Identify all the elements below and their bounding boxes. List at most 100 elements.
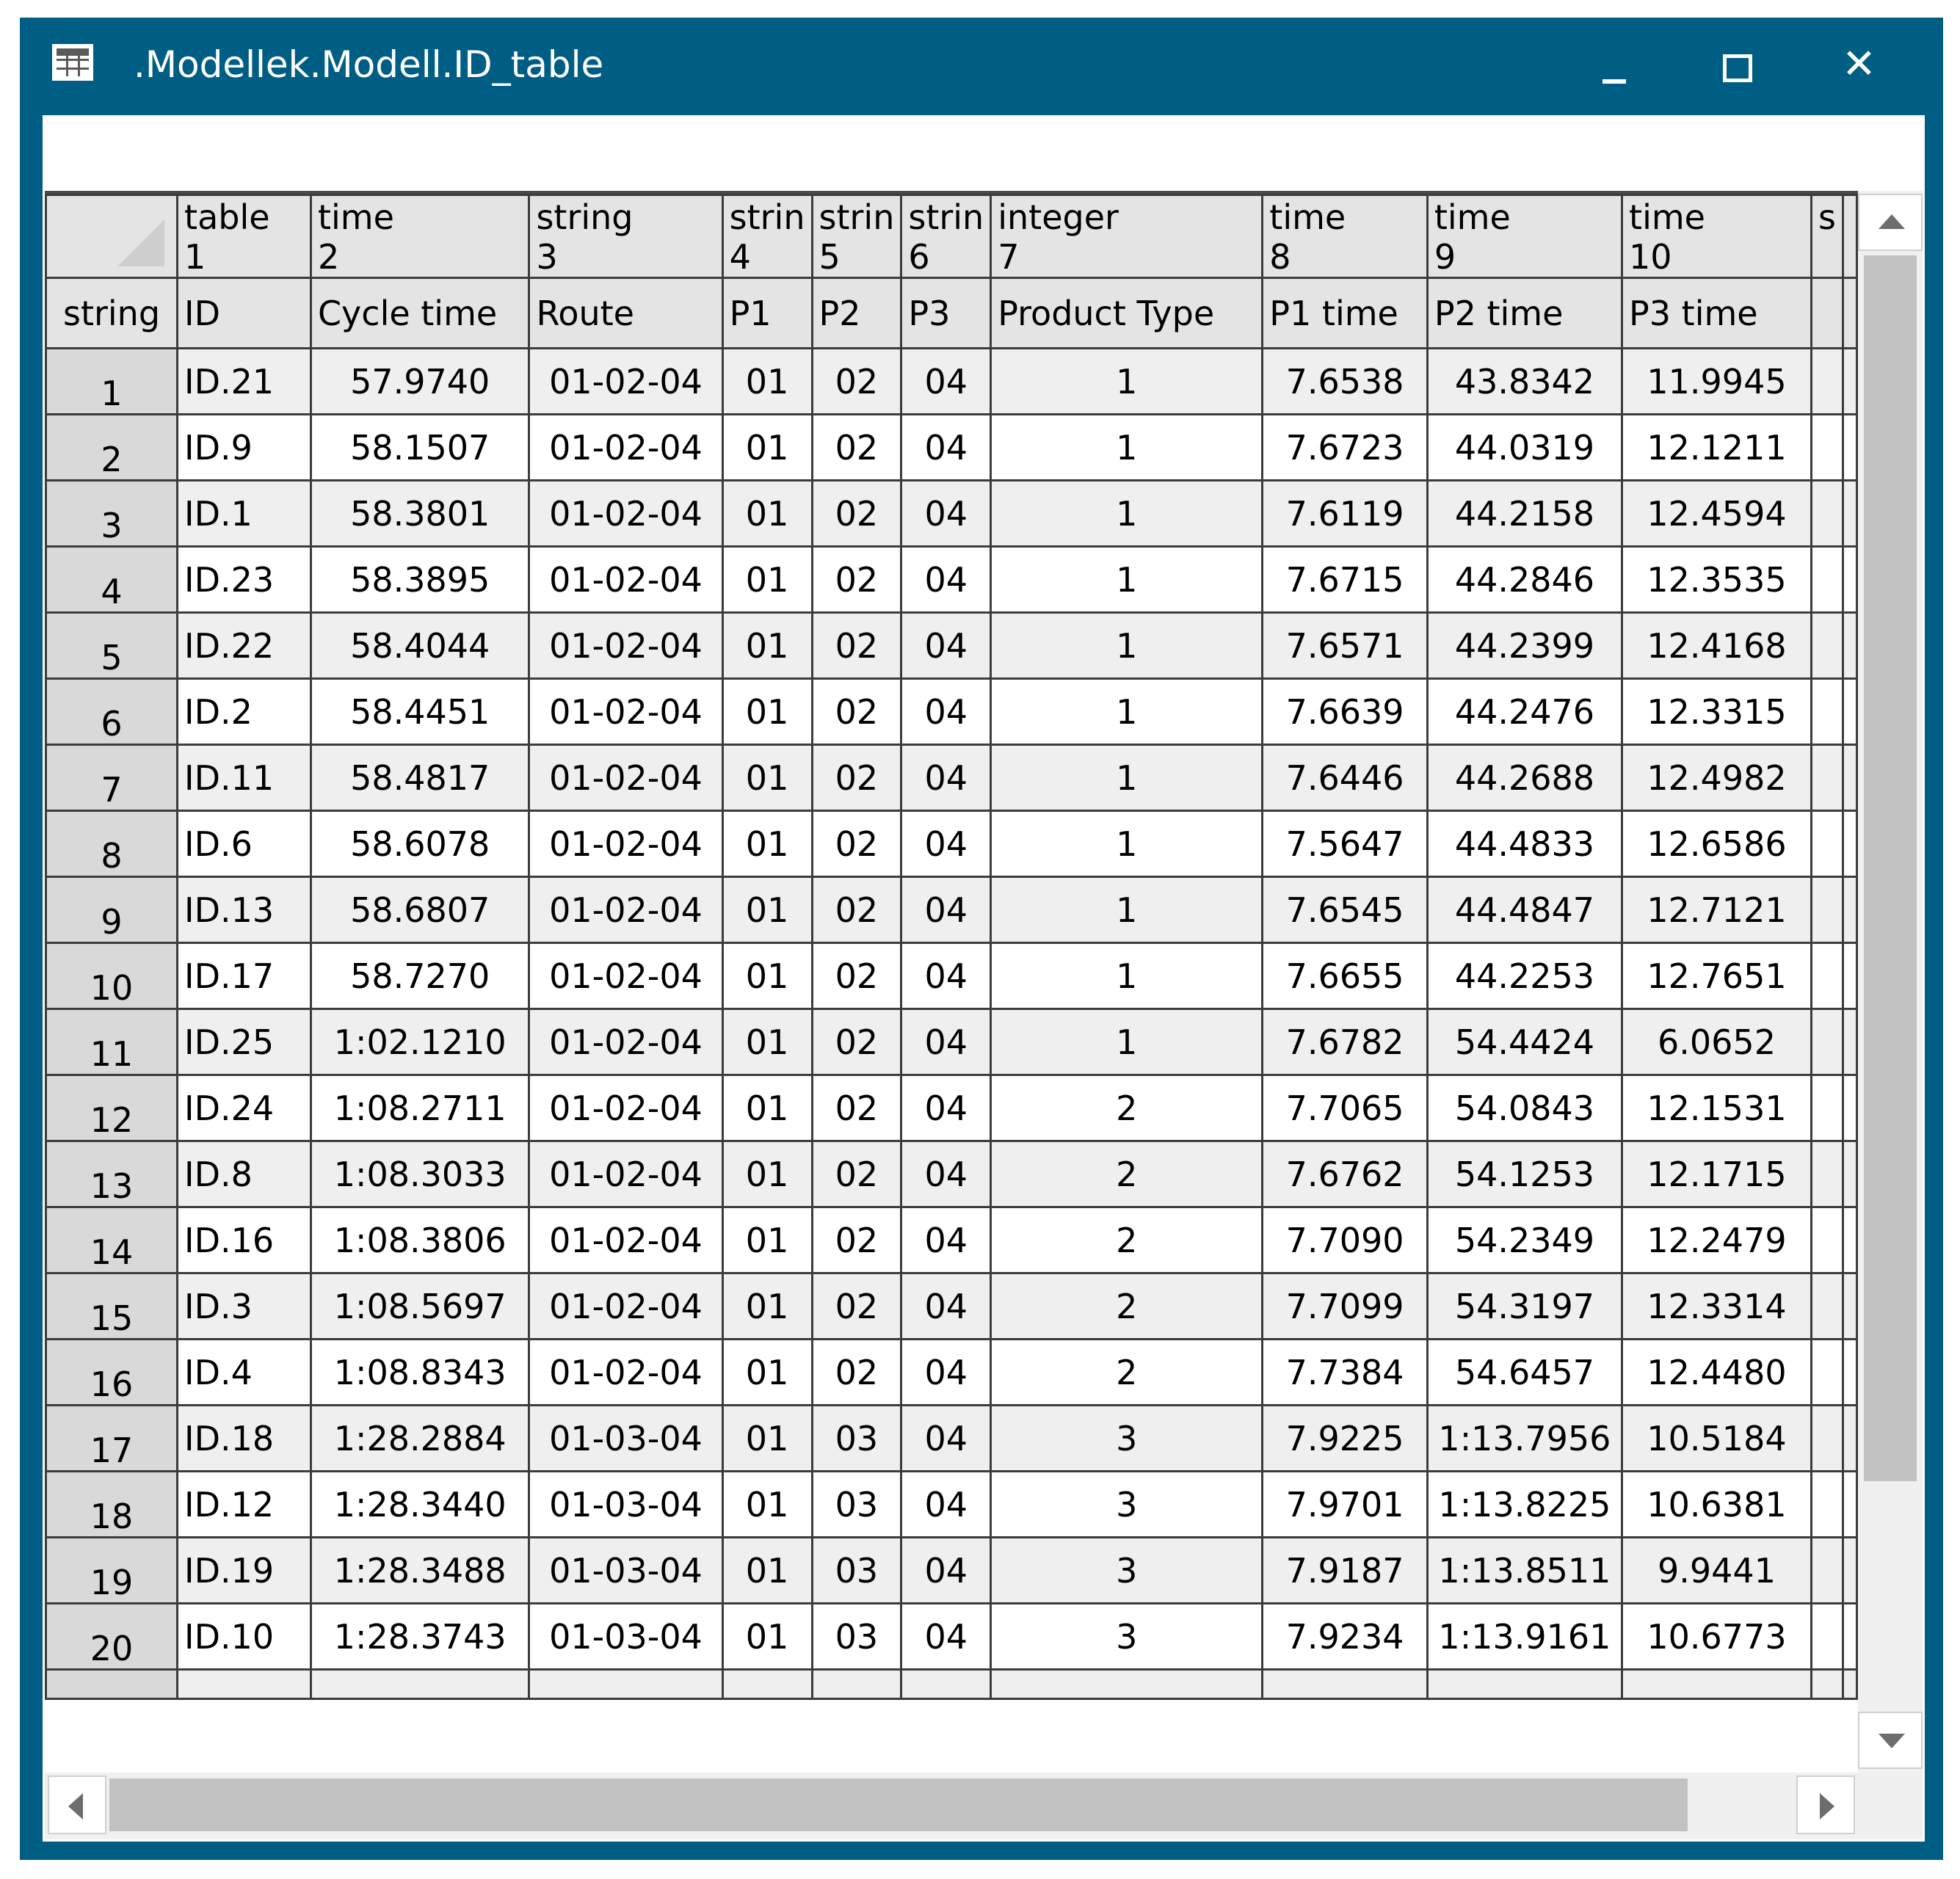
table-cell[interactable]: 1 <box>990 1008 1264 1076</box>
table-cell[interactable]: 01 <box>721 1404 813 1472</box>
table-cell[interactable] <box>1810 1008 1845 1076</box>
table-cell[interactable] <box>1810 942 1845 1010</box>
table-cell[interactable]: 58.3801 <box>309 479 531 548</box>
table-cell[interactable]: ID.24 <box>176 1074 312 1142</box>
table-cell[interactable]: 9.9441 <box>1621 1536 1812 1604</box>
table-cell[interactable]: 12.4480 <box>1621 1338 1812 1406</box>
column-type-header-9[interactable]: time 9 <box>1426 194 1624 279</box>
table-cell[interactable]: 03 <box>810 1470 903 1538</box>
table-cell[interactable]: ID.25 <box>176 1008 312 1076</box>
row-header[interactable]: 6 <box>45 677 179 746</box>
table-cell[interactable] <box>810 1668 903 1700</box>
table-cell[interactable]: 1:28.3488 <box>309 1536 531 1604</box>
row-header[interactable]: 11 <box>45 1008 179 1076</box>
table-cell[interactable]: 3 <box>990 1470 1264 1538</box>
table-cell[interactable]: 04 <box>900 611 992 680</box>
table-cell[interactable]: ID.10 <box>176 1602 312 1671</box>
table-cell[interactable]: 01 <box>721 1272 813 1340</box>
row-header[interactable]: 4 <box>45 545 179 614</box>
table-cell[interactable]: 04 <box>900 1470 992 1538</box>
table-cell[interactable] <box>1810 1404 1845 1472</box>
table-cell[interactable]: 01-02-04 <box>528 479 724 548</box>
table-cell[interactable]: 04 <box>900 1074 992 1142</box>
table-cell[interactable]: 01 <box>721 1140 813 1208</box>
table-cell[interactable]: 04 <box>900 942 992 1010</box>
table-cell[interactable]: 54.6457 <box>1426 1338 1624 1406</box>
table-cell[interactable]: 1:08.3806 <box>309 1206 531 1274</box>
table-cell[interactable]: 43.8342 <box>1426 347 1624 415</box>
table-cell[interactable]: 02 <box>810 545 903 614</box>
row-header[interactable]: 1 <box>45 347 179 415</box>
table-cell[interactable]: 7.9225 <box>1261 1404 1429 1472</box>
table-cell[interactable]: 02 <box>810 876 903 944</box>
table-cell[interactable]: 01-02-04 <box>528 677 724 746</box>
table-cell[interactable]: 01 <box>721 1206 813 1274</box>
table-cell[interactable]: 01-02-04 <box>528 1272 724 1340</box>
table-cell[interactable]: 12.6586 <box>1621 810 1812 878</box>
row-header[interactable]: 5 <box>45 611 179 680</box>
table-cell[interactable]: 2 <box>990 1272 1264 1340</box>
table-cell[interactable]: 04 <box>900 1536 992 1604</box>
table-cell[interactable]: 7.9234 <box>1261 1602 1429 1671</box>
close-button[interactable]: ✕ <box>1820 32 1908 95</box>
table-cell[interactable]: 01 <box>721 611 813 680</box>
table-cell[interactable]: 7.6655 <box>1261 942 1429 1010</box>
table-cell[interactable]: 7.6545 <box>1261 876 1429 944</box>
table-cell[interactable]: ID.9 <box>176 413 312 481</box>
table-cell[interactable]: 6.0652 <box>1621 1008 1812 1076</box>
table-cell[interactable]: 02 <box>810 1272 903 1340</box>
table-cell[interactable]: ID.18 <box>176 1404 312 1472</box>
column-name-header-1[interactable]: ID <box>176 277 312 349</box>
table-cell[interactable]: 01-02-04 <box>528 1338 724 1406</box>
table-cell[interactable]: 10.6773 <box>1621 1602 1812 1671</box>
table-cell[interactable]: 01-02-04 <box>528 876 724 944</box>
table-cell[interactable]: 01 <box>721 1338 813 1406</box>
row-header[interactable]: 10 <box>45 942 179 1010</box>
table-cell[interactable]: ID.11 <box>176 744 312 812</box>
table-cell[interactable] <box>1810 1536 1845 1604</box>
table-cell[interactable]: ID.8 <box>176 1140 312 1208</box>
table-cell[interactable]: ID.12 <box>176 1470 312 1538</box>
table-cell[interactable]: 04 <box>900 1338 992 1406</box>
row-header[interactable]: 7 <box>45 744 179 812</box>
table-cell[interactable] <box>1842 1668 1858 1700</box>
table-cell[interactable]: ID.22 <box>176 611 312 680</box>
table-cell[interactable]: 7.7090 <box>1261 1206 1429 1274</box>
table-cell[interactable]: 7.6119 <box>1261 479 1429 548</box>
table-cell[interactable]: 04 <box>900 347 992 415</box>
table-cell[interactable]: 01 <box>721 1602 813 1671</box>
scroll-down-arrow-icon[interactable] <box>1858 1712 1923 1769</box>
table-cell[interactable]: 54.2349 <box>1426 1206 1624 1274</box>
table-cell[interactable]: 2 <box>990 1206 1264 1274</box>
table-cell[interactable]: 7.7384 <box>1261 1338 1429 1406</box>
table-cell[interactable]: 1 <box>990 744 1264 812</box>
table-cell[interactable]: 11.9945 <box>1621 347 1812 415</box>
table-cell[interactable]: 7.6762 <box>1261 1140 1429 1208</box>
table-cell[interactable]: 1 <box>990 545 1264 614</box>
row-header[interactable]: 12 <box>45 1074 179 1142</box>
table-cell[interactable]: ID.4 <box>176 1338 312 1406</box>
table-cell[interactable]: 58.1507 <box>309 413 531 481</box>
column-name-header-4[interactable]: P1 <box>721 277 813 349</box>
table-cell[interactable] <box>1810 1206 1845 1274</box>
table-cell[interactable] <box>528 1668 724 1700</box>
table-cell[interactable]: 01-02-04 <box>528 413 724 481</box>
table-cell[interactable]: ID.21 <box>176 347 312 415</box>
column-name-header-3[interactable]: Route <box>528 277 724 349</box>
table-cell[interactable]: 1:13.8225 <box>1426 1470 1624 1538</box>
row-header[interactable]: 15 <box>45 1272 179 1340</box>
table-cell[interactable]: 1 <box>990 347 1264 415</box>
table-cell[interactable]: 1 <box>990 810 1264 878</box>
column-type-header-3[interactable]: string 3 <box>528 194 724 279</box>
table-cell[interactable]: 04 <box>900 677 992 746</box>
table-cell[interactable]: 12.3314 <box>1621 1272 1812 1340</box>
table-cell[interactable]: 7.9701 <box>1261 1470 1429 1538</box>
table-cell[interactable] <box>1810 677 1845 746</box>
table-cell[interactable]: 01-03-04 <box>528 1470 724 1538</box>
table-cell[interactable]: 2 <box>990 1074 1264 1142</box>
row-header[interactable]: 14 <box>45 1206 179 1274</box>
table-cell[interactable]: 58.4044 <box>309 611 531 680</box>
table-cell[interactable]: 01 <box>721 347 813 415</box>
table-cell[interactable]: 01-02-04 <box>528 744 724 812</box>
column-name-header-5[interactable]: P2 <box>810 277 903 349</box>
